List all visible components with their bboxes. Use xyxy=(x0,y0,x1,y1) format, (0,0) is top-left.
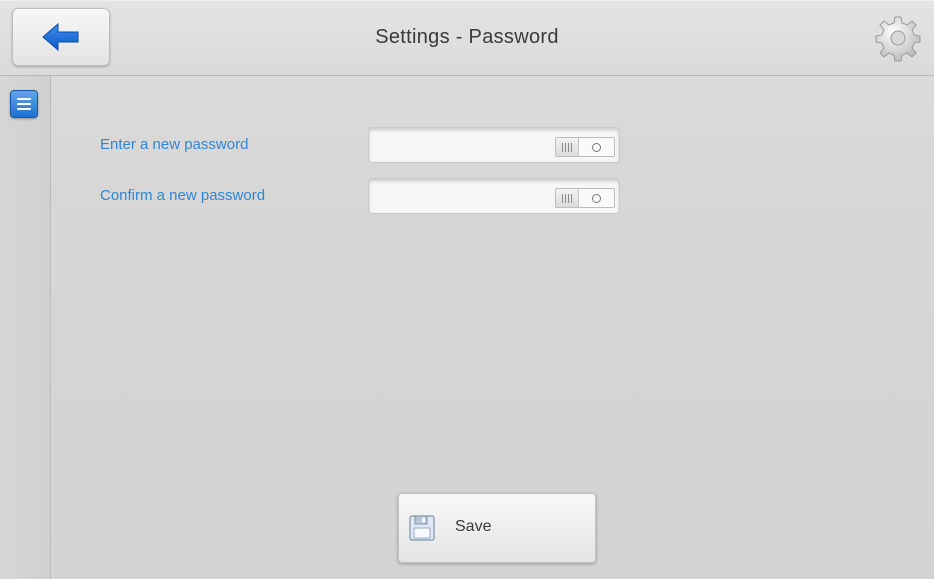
header-bar: Settings - Password xyxy=(0,0,934,76)
new-password-field[interactable] xyxy=(368,127,620,163)
toggle-knob-icon xyxy=(556,138,579,156)
sidebar xyxy=(0,76,51,579)
gear-icon xyxy=(875,16,921,62)
floppy-disk-icon xyxy=(409,515,435,541)
new-password-input[interactable] xyxy=(375,132,549,158)
save-label: Save xyxy=(455,518,492,535)
save-button[interactable]: Save xyxy=(398,493,596,563)
toggle-knob-icon xyxy=(556,189,579,207)
show-password-toggle[interactable] xyxy=(555,188,615,208)
confirm-password-label: Confirm a new password xyxy=(100,187,266,204)
menu-icon xyxy=(17,98,31,100)
settings-button[interactable] xyxy=(874,14,922,62)
menu-button[interactable] xyxy=(10,90,38,118)
confirm-password-input[interactable] xyxy=(375,183,549,209)
page-title: Settings - Password xyxy=(375,26,559,48)
confirm-password-field[interactable] xyxy=(368,178,620,214)
new-password-label: Enter a new password xyxy=(100,136,249,153)
toggle-off-icon xyxy=(579,189,614,207)
show-password-toggle[interactable] xyxy=(555,137,615,157)
toggle-off-icon xyxy=(579,138,614,156)
